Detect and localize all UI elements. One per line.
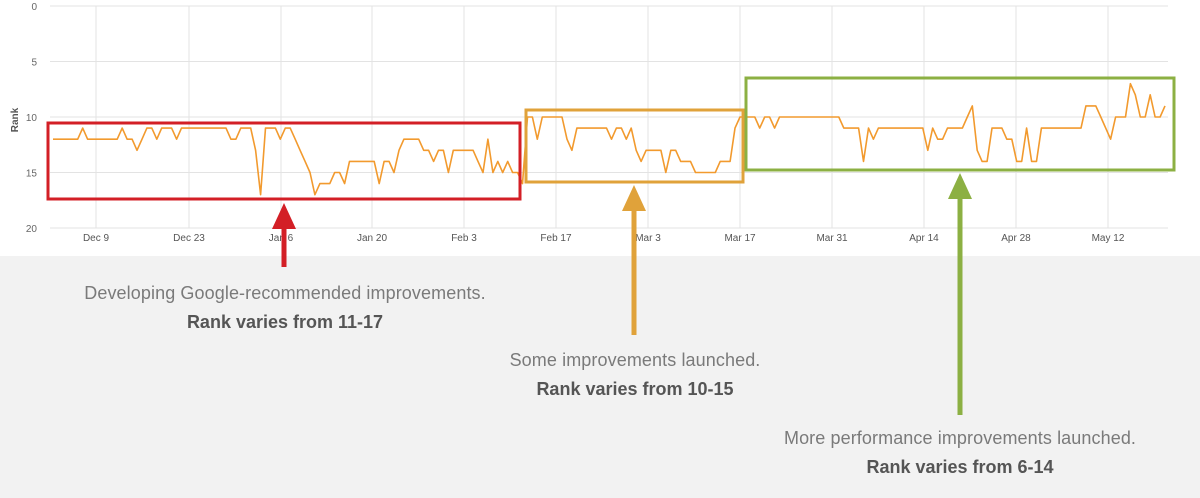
highlight-box-3 — [744, 76, 1176, 172]
chart-area: 0 5 10 15 20 Dec 9 Dec 23 Jan 6 Jan 20 Feb 3 Feb 1… — [0, 0, 1200, 256]
rank-chart: 0 5 10 15 20 Dec 9 Dec 23 Jan 6 Jan 20 Feb 3 Feb 1… — [10, 2, 1176, 244]
x-tick-label: Mar 17 — [724, 233, 756, 244]
x-tick-label: Dec 9 — [83, 233, 110, 244]
annotation-2-desc: Some improvements launched. — [509, 350, 761, 370]
x-tick-label: Feb 17 — [540, 233, 572, 244]
x-tick-label: Feb 3 — [451, 233, 477, 244]
x-tick-label: May 12 — [1092, 233, 1125, 244]
x-tick-label: Apr 14 — [909, 233, 939, 244]
annotation-3: More performance improvements launched. … — [740, 428, 1180, 478]
annotation-1-range: Rank varies from 11-17 — [186, 312, 384, 332]
x-tick-label: Jan 6 — [269, 233, 294, 244]
y-tick-label: 0 — [31, 2, 37, 13]
y-axis-label: Rank — [10, 107, 21, 132]
x-tick-label: Mar 3 — [635, 233, 661, 244]
y-tick-label: 20 — [26, 224, 38, 235]
y-tick-label: 10 — [26, 113, 38, 124]
annotation-3-desc: More performance improvements launched. — [783, 428, 1137, 448]
annotation-2-range: Rank varies from 10-15 — [536, 379, 734, 399]
annotation-1-desc: Developing Google-recommended improvemen… — [84, 283, 486, 303]
rank-series-line — [53, 82, 1166, 196]
x-tick-label: Jan 20 — [357, 233, 387, 244]
annotation-2: Some improvements launched. Rank varies … — [440, 350, 830, 400]
annotation-3-range: Rank varies from 6-14 — [866, 457, 1054, 477]
annotation-1: Developing Google-recommended improvemen… — [40, 283, 530, 333]
y-tick-label: 5 — [31, 58, 37, 69]
x-tick-label: Apr 28 — [1001, 233, 1031, 244]
x-tick-label: Mar 31 — [816, 233, 848, 244]
y-tick-label: 15 — [26, 169, 38, 180]
x-tick-label: Dec 23 — [173, 233, 205, 244]
